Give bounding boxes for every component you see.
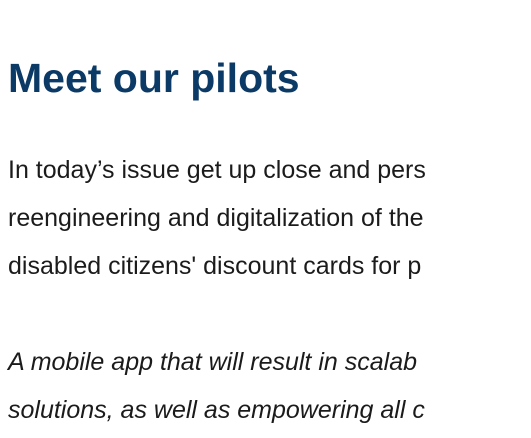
intro-paragraph-line-1: In today’s issue get up close and pers [8,156,426,184]
intro-paragraph-line-2: reengineering and digitalization of the [8,204,424,232]
page-title: Meet our pilots [8,55,300,101]
quote-line-2: solutions, as well as empowering all c [8,396,425,424]
intro-paragraph-line-3: disabled citizens' discount cards for p [8,252,422,280]
quote-line-1: A mobile app that will result in scalab [8,348,417,376]
newsletter-page: Meet our pilots In today’s issue get up … [0,0,531,438]
